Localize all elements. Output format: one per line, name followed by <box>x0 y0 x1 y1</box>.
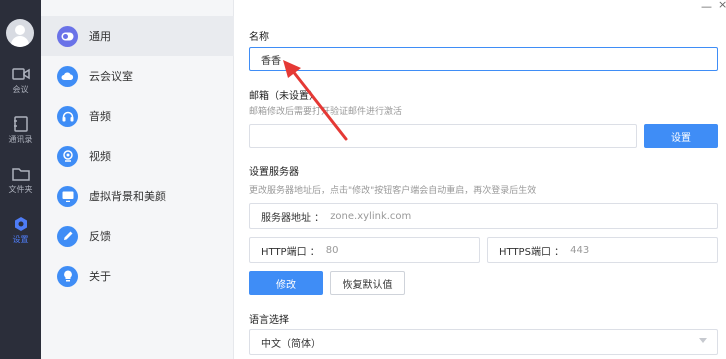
app-rail: 会议 通讯录 文件夹 设置 <box>0 0 41 359</box>
menu-item-feedback[interactable]: 反馈 <box>41 216 234 256</box>
server-address-value: zone.xylink.com <box>330 210 412 222</box>
lightbulb-icon <box>57 265 78 287</box>
rail-item-label: 通讯录 <box>8 135 33 144</box>
toggle-icon <box>57 25 78 47</box>
http-port-input[interactable]: HTTP端口 ： 80 <box>249 237 480 263</box>
rail-item-folder[interactable]: 文件夹 <box>0 166 41 195</box>
email-set-button[interactable]: 设置 <box>644 124 718 148</box>
folder-icon <box>11 168 30 181</box>
language-label: 语言选择 <box>249 315 289 326</box>
server-hint: 更改服务器地址后，点击"修改"按钮客户端会自动重启，再次登录后生效 <box>249 186 537 196</box>
menu-item-about[interactable]: 关于 <box>41 256 234 296</box>
rail-item-contacts[interactable]: 通讯录 <box>0 116 41 145</box>
email-input[interactable] <box>249 124 637 148</box>
settings-content: — × 名称 香香 邮箱（未设置） 邮箱修改后需要打开验证邮件进行激活 设置 设… <box>234 0 726 359</box>
video-camera-icon <box>11 68 30 80</box>
monitor-icon <box>57 185 78 207</box>
close-button[interactable]: × <box>718 0 726 11</box>
menu-item-label: 关于 <box>89 270 111 283</box>
email-hint: 邮箱修改后需要打开验证邮件进行激活 <box>249 107 403 117</box>
menu-item-label: 音频 <box>89 110 111 123</box>
avatar-head <box>15 25 25 35</box>
menu-item-general[interactable]: 通用 <box>41 16 234 56</box>
name-input[interactable]: 香香 <box>249 47 718 71</box>
pencil-icon <box>57 225 78 247</box>
rail-item-label: 会议 <box>12 85 29 94</box>
server-address-key: 服务器地址 ： <box>261 212 325 224</box>
menu-item-video[interactable]: 视频 <box>41 136 234 176</box>
name-value: 香香 <box>261 55 281 67</box>
rail-item-label: 设置 <box>12 235 29 244</box>
menu-item-label: 虚拟背景和美颜 <box>89 190 166 203</box>
chevron-down-icon <box>699 338 707 343</box>
https-port-input[interactable]: HTTPS端口 ： 443 <box>487 237 718 263</box>
modify-button[interactable]: 修改 <box>249 271 323 295</box>
rail-item-settings[interactable]: 设置 <box>0 216 41 245</box>
cloud-icon <box>57 65 78 87</box>
menu-item-label: 视频 <box>89 150 111 163</box>
minimize-button[interactable]: — <box>701 0 712 13</box>
language-select[interactable]: 中文（简体） <box>249 329 718 355</box>
avatar-body <box>11 36 29 47</box>
rail-item-label: 文件夹 <box>8 185 33 194</box>
menu-item-label: 云会议室 <box>89 70 133 83</box>
server-address-input[interactable]: 服务器地址 ： zone.xylink.com <box>249 203 718 229</box>
settings-menu: 通用 云会议室 音频 视频 虚拟背景和美颜 反馈 关于 <box>41 0 234 359</box>
email-label: 邮箱（未设置） <box>249 91 319 102</box>
menu-item-virtual-background[interactable]: 虚拟背景和美颜 <box>41 176 234 216</box>
http-port-value: 80 <box>325 244 339 256</box>
language-value: 中文（简体） <box>261 338 321 350</box>
restore-default-button[interactable]: 恢复默认值 <box>330 271 405 295</box>
contacts-icon <box>13 116 28 132</box>
avatar[interactable] <box>6 19 34 47</box>
name-label: 名称 <box>249 32 269 43</box>
menu-item-label: 反馈 <box>89 230 111 243</box>
https-port-value: 443 <box>570 244 590 256</box>
menu-item-audio[interactable]: 音频 <box>41 96 234 136</box>
camera-icon <box>57 145 78 167</box>
https-port-key: HTTPS端口 ： <box>499 246 565 258</box>
http-port-key: HTTP端口 ： <box>261 246 320 258</box>
gear-icon <box>14 217 27 231</box>
menu-item-cloud-room[interactable]: 云会议室 <box>41 56 234 96</box>
menu-item-label: 通用 <box>89 30 111 43</box>
headphones-icon <box>57 105 78 127</box>
rail-item-meeting[interactable]: 会议 <box>0 66 41 95</box>
server-label: 设置服务器 <box>249 167 299 178</box>
